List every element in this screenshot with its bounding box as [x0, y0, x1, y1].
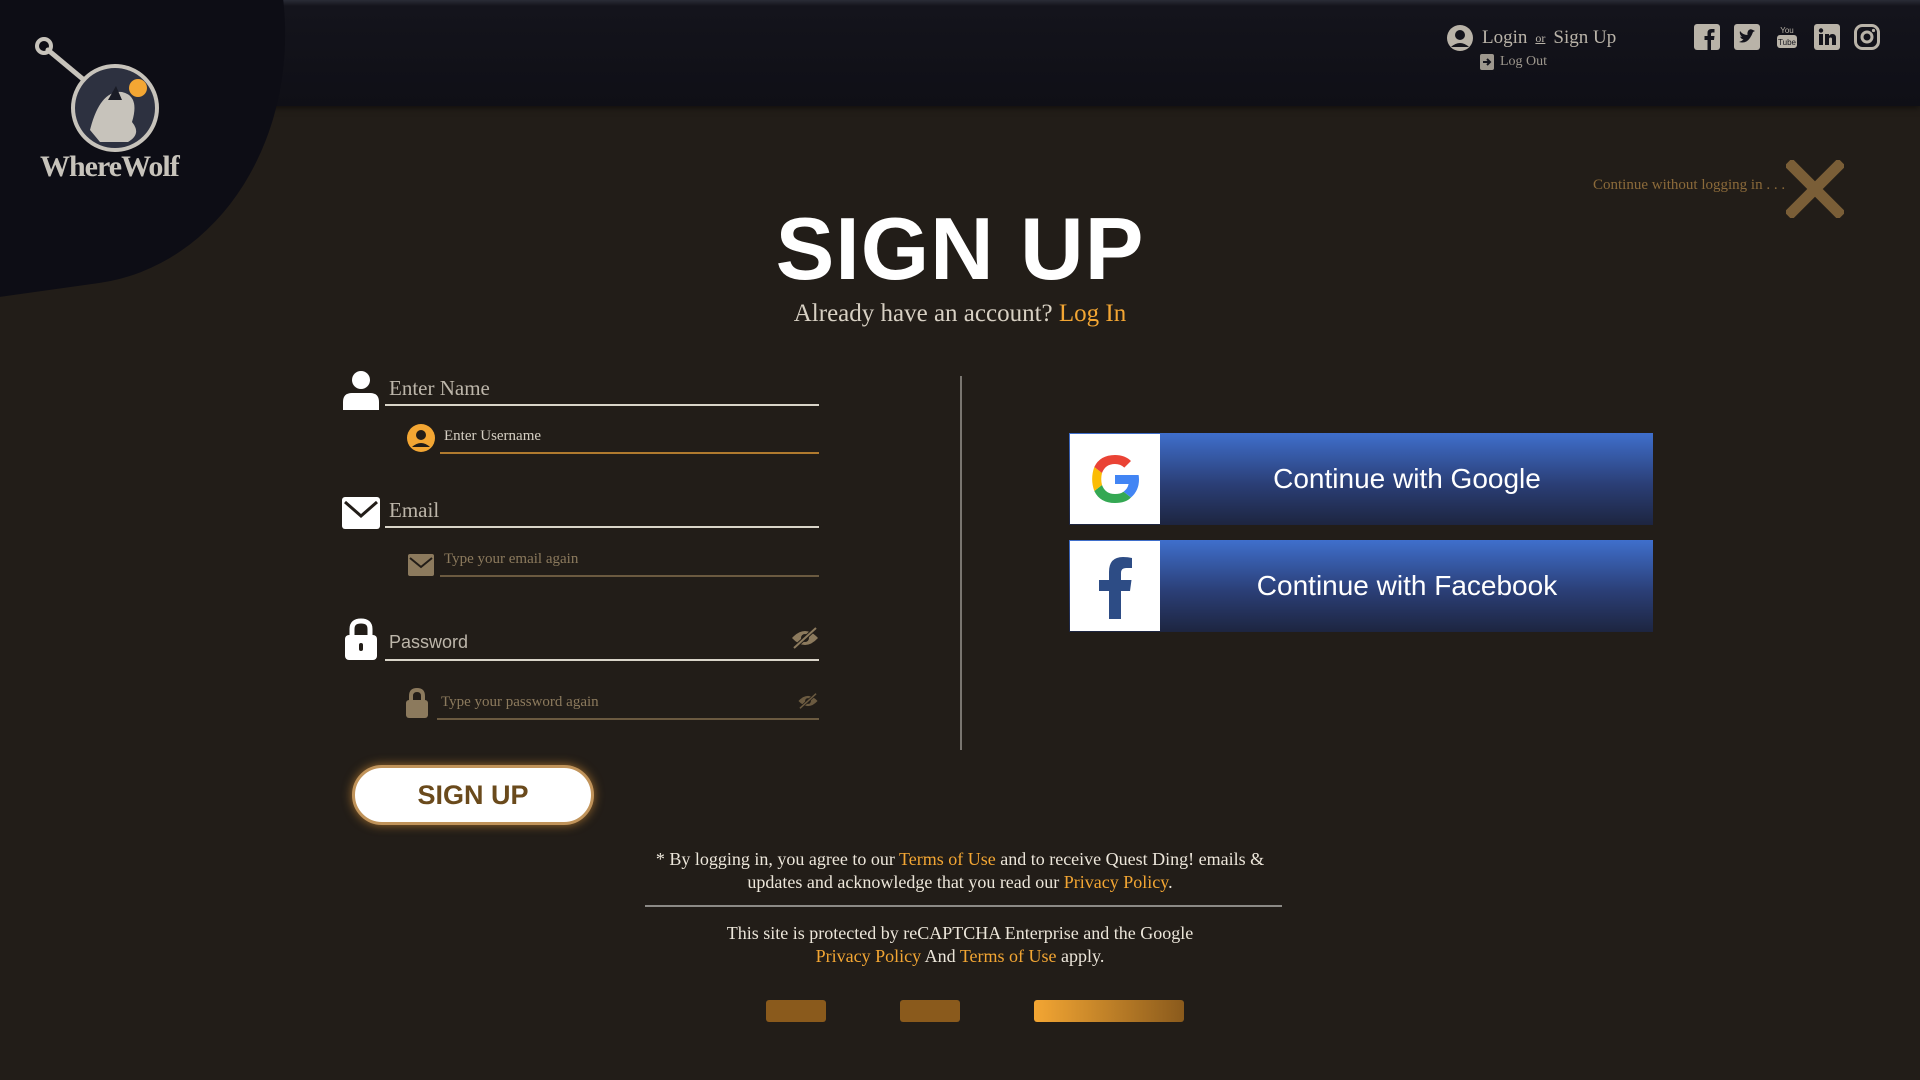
top-bar: [0, 0, 1920, 106]
step-3-active[interactable]: [1034, 1000, 1184, 1022]
user-circle-icon: [1447, 25, 1473, 51]
login-prompt-text: Already have an account?: [793, 300, 1053, 327]
recaptcha-text-3: apply.: [1056, 946, 1105, 966]
google-privacy-policy-link[interactable]: Privacy Policy: [816, 946, 922, 966]
twitter-icon[interactable]: [1734, 24, 1760, 50]
password-confirm-input[interactable]: [437, 686, 819, 720]
google-signin-label: Continue with Google: [1273, 463, 1541, 494]
lock-icon: [345, 618, 377, 660]
email-icon: [342, 497, 380, 529]
user-icon: [343, 371, 379, 410]
continue-without-login-link[interactable]: Continue without logging in . . .: [1593, 177, 1785, 194]
terms-of-use-link[interactable]: Terms of Use: [899, 849, 996, 869]
step-2[interactable]: [900, 1000, 960, 1022]
password-confirm-lock-icon: [406, 688, 428, 718]
linkedin-icon[interactable]: [1814, 24, 1840, 50]
step-indicator: [0, 1000, 1920, 1022]
signup-submit-button[interactable]: SIGN UP: [352, 765, 594, 825]
facebook-signin-label: Continue with Facebook: [1256, 570, 1558, 601]
login-link[interactable]: Login: [1482, 27, 1527, 49]
page-title: SIGN UP: [775, 199, 1145, 298]
email-confirm-icon: [408, 554, 434, 576]
recaptcha-notice: This site is protected by reCAPTCHA Ente…: [0, 922, 1920, 968]
or-text: or: [1535, 30, 1546, 45]
terms-text-4: .: [1168, 872, 1173, 892]
logout-link[interactable]: Log Out: [1500, 54, 1547, 70]
vertical-divider: [960, 376, 962, 750]
step-1[interactable]: [766, 1000, 826, 1022]
horizontal-divider: [645, 905, 1282, 907]
svg-text:You: You: [1780, 26, 1794, 35]
email-confirm-input[interactable]: [440, 543, 819, 577]
terms-notice: * By logging in, you agree to our Terms …: [0, 848, 1920, 894]
login-prompt: Already have an account? Log In: [0, 300, 1920, 328]
facebook-signin-button[interactable]: Continue with Facebook: [1069, 540, 1653, 632]
svg-text:Tube: Tube: [1778, 38, 1796, 47]
google-logo: [1070, 434, 1160, 524]
recaptcha-text-2: And: [921, 946, 960, 966]
facebook-logo: [1070, 541, 1160, 631]
facebook-icon[interactable]: [1694, 24, 1720, 50]
terms-text-1: * By logging in, you agree to our: [655, 849, 899, 869]
brand-name: WhereWolf: [40, 150, 180, 183]
instagram-icon[interactable]: [1854, 24, 1880, 50]
email-input[interactable]: [385, 494, 819, 528]
terms-text-3: updates and acknowledge that you read ou…: [747, 872, 1064, 892]
google-terms-link[interactable]: Terms of Use: [960, 946, 1057, 966]
social-links: You Tube: [1694, 24, 1880, 50]
username-icon: [407, 424, 435, 452]
password-input[interactable]: [385, 625, 819, 661]
signup-link[interactable]: Sign Up: [1553, 27, 1616, 49]
google-signin-button[interactable]: Continue with Google: [1069, 433, 1653, 525]
login-link-inline[interactable]: Log In: [1059, 300, 1126, 327]
auth-links: Login or Sign Up Log Out: [1446, 24, 1616, 70]
google-icon: [1092, 455, 1139, 503]
username-input[interactable]: [440, 420, 819, 454]
privacy-policy-link[interactable]: Privacy Policy: [1064, 872, 1168, 892]
hide-password-confirm-icon[interactable]: [797, 692, 819, 710]
name-input[interactable]: [385, 372, 819, 406]
terms-text-2: and to receive Quest Ding! emails &: [995, 849, 1265, 869]
youtube-icon[interactable]: You Tube: [1774, 24, 1800, 50]
recaptcha-text-1: This site is protected by reCAPTCHA Ente…: [726, 923, 1194, 943]
logout-icon: [1480, 54, 1494, 70]
hide-password-icon[interactable]: [790, 626, 820, 650]
facebook-f-icon: [1099, 557, 1132, 619]
